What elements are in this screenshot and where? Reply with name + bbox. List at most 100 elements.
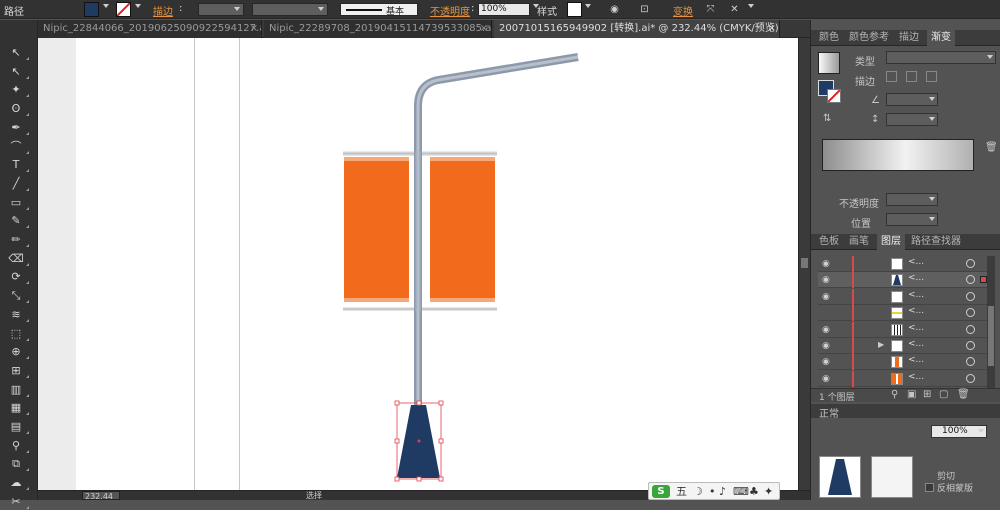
visibility-eye-icon[interactable]: ◉ <box>822 259 832 269</box>
stroke-gradient-icon[interactable] <box>886 71 897 82</box>
moon-icon[interactable]: ☽ <box>693 484 703 500</box>
tab-layers[interactable]: 图层 <box>877 234 905 250</box>
layer-name[interactable]: <... <box>908 306 924 316</box>
symbol-sprayer-tool-icon[interactable]: ☁ <box>7 475 29 491</box>
line-segment-tool-icon[interactable]: ╱ <box>7 176 29 192</box>
fill-swatch[interactable] <box>84 2 99 17</box>
trash-icon[interactable]: 🗑 <box>985 142 998 153</box>
gradient-preview-swatch[interactable] <box>818 52 840 74</box>
fill-dropdown-arrow[interactable] <box>103 4 109 8</box>
banner-left[interactable] <box>344 157 409 302</box>
tab-color[interactable]: 颜色 <box>815 30 843 46</box>
free-transform-tool-icon[interactable]: ⬚ <box>7 326 29 342</box>
layer-name[interactable]: <... <box>908 257 924 267</box>
type-tool-icon[interactable]: T <box>7 157 29 173</box>
close-icon[interactable]: × <box>480 20 488 38</box>
tab-document-3[interactable]: 20071015165949902 [转换].ai* @ 232.44% (CM… <box>494 20 780 38</box>
warp-tool-icon[interactable]: ≋ <box>7 307 29 323</box>
target-circle-icon[interactable] <box>966 259 975 268</box>
layer-row[interactable]: ◉ <... <box>818 272 995 289</box>
transparency-opacity-field[interactable]: 100% <box>931 425 987 438</box>
stroke-swatch[interactable] <box>827 89 841 103</box>
pencil-tool-icon[interactable]: ✏ <box>7 232 29 248</box>
invert-mask-checkbox[interactable] <box>925 483 934 492</box>
isolate-group-icon[interactable]: ⤧ <box>704 3 717 16</box>
slice-tool-icon[interactable]: ✂ <box>7 494 29 510</box>
tab-document-1[interactable]: Nipic_22844066_20190625090922594127.ai* … <box>38 20 262 38</box>
magic-wand-tool-icon[interactable]: ✦ <box>7 82 29 98</box>
wrench-icon[interactable]: ✦ <box>764 484 773 500</box>
style-swatch[interactable] <box>567 2 582 17</box>
tab-pathfinder[interactable]: 路径查找器 <box>907 234 965 250</box>
layer-name[interactable]: <... <box>908 273 924 283</box>
aspect-ratio-field[interactable] <box>886 113 938 126</box>
new-layer-icon[interactable]: ▢ <box>939 389 948 400</box>
scale-tool-icon[interactable]: ⤡ <box>7 288 29 304</box>
visibility-eye-icon[interactable]: ◉ <box>822 292 832 302</box>
direct-selection-tool-icon[interactable]: ↖ <box>7 64 29 80</box>
artboard-tool-icon[interactable]: ▦ <box>7 400 29 416</box>
transform-label[interactable]: 变换 <box>673 3 693 18</box>
selection-indicator[interactable] <box>980 276 987 284</box>
visibility-eye-icon[interactable]: ◉ <box>822 341 832 351</box>
arrange-icon[interactable]: ✕ <box>728 3 741 16</box>
zoom-field[interactable]: 232.44 <box>82 491 120 501</box>
stroke-gradient-icon[interactable] <box>926 71 937 82</box>
tab-gradient[interactable]: 渐变 <box>927 30 955 46</box>
eraser-tool-icon[interactable]: ⌫ <box>7 251 29 267</box>
selection-tool-icon[interactable]: ↖ <box>7 45 29 61</box>
paintbrush-tool-icon[interactable]: ✎ <box>7 213 29 229</box>
align-icon[interactable]: ⊡ <box>638 3 651 16</box>
shirt-icon[interactable]: ♣ <box>749 484 759 500</box>
layer-row[interactable]: ◉ <... <box>818 288 995 305</box>
stroke-gradient-icon[interactable] <box>906 71 917 82</box>
eyedropper-tool-icon[interactable]: ⚲ <box>7 438 29 454</box>
keyboard-icon[interactable]: ⌨ <box>733 484 749 500</box>
target-circle-icon[interactable] <box>966 357 975 367</box>
style-dropdown-arrow[interactable] <box>585 4 591 8</box>
visibility-eye-icon[interactable]: ◉ <box>822 325 832 335</box>
gradient-slider[interactable] <box>822 139 974 171</box>
rectangle-tool-icon[interactable]: ▭ <box>7 195 29 211</box>
layer-name[interactable]: <... <box>908 339 924 349</box>
rotate-tool-icon[interactable]: ⟳ <box>7 269 29 285</box>
recolor-artwork-icon[interactable]: ◉ <box>608 3 621 16</box>
ime-mode[interactable]: 五 <box>676 484 687 500</box>
layer-name[interactable]: <... <box>908 372 924 382</box>
ime-toolbar[interactable]: S 五 ☽ • ♪ ⌨ ♣ ✦ <box>648 482 780 500</box>
target-circle-icon[interactable] <box>966 291 975 301</box>
target-circle-icon[interactable] <box>966 324 975 334</box>
tab-brushes[interactable]: 画笔 <box>845 234 873 250</box>
variable-width-profile[interactable] <box>252 3 328 16</box>
opacity-mask-thumbnail[interactable] <box>819 456 861 498</box>
visibility-eye-icon[interactable]: ◉ <box>822 357 832 367</box>
tab-swatches[interactable]: 色板 <box>815 234 843 250</box>
target-circle-icon[interactable] <box>966 308 975 318</box>
target-circle-icon[interactable] <box>966 275 975 285</box>
vertical-scrollbar[interactable] <box>798 38 810 490</box>
angle-field[interactable] <box>886 93 938 106</box>
locate-object-icon[interactable]: ⚲ <box>891 389 898 400</box>
tab-stroke[interactable]: 描边 <box>895 30 923 46</box>
clipping-mask-icon[interactable]: ▣ <box>907 389 916 400</box>
layer-row[interactable]: ◉ <... <box>818 370 995 387</box>
scroll-thumb[interactable] <box>801 258 808 268</box>
blend-tool-icon[interactable]: ⧉ <box>7 456 29 472</box>
layers-scrollbar[interactable] <box>987 256 995 388</box>
gradient-type-select[interactable] <box>886 51 996 64</box>
punctuation-icon[interactable]: • <box>709 484 716 500</box>
gradient-tool-icon[interactable]: ▤ <box>7 419 29 435</box>
tab-document-2[interactable]: Nipic_22289708_20190415114739533085.ai* … <box>264 20 492 38</box>
perspective-grid-tool-icon[interactable]: ⊞ <box>7 363 29 379</box>
layer-row[interactable]: <... <box>818 305 995 322</box>
layer-name[interactable]: <... <box>908 355 924 365</box>
close-icon[interactable]: × <box>768 20 776 38</box>
layer-row[interactable]: ◉ <... <box>818 321 995 338</box>
target-circle-icon[interactable] <box>966 373 975 383</box>
mask-thumbnail[interactable] <box>871 456 913 498</box>
pen-tool-icon[interactable]: ✒ <box>7 120 29 136</box>
layer-row[interactable]: ◉ <... <box>818 256 995 272</box>
microphone-icon[interactable]: ♪ <box>719 484 726 500</box>
visibility-eye-icon[interactable]: ◉ <box>822 374 832 384</box>
stroke-dropdown-arrow[interactable] <box>135 4 141 8</box>
